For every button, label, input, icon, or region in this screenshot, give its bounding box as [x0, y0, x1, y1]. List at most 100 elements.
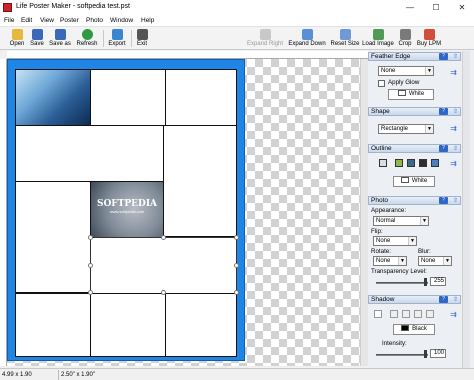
resize-handle[interactable] [88, 263, 93, 268]
refresh-icon [81, 29, 93, 40]
resize-handle[interactable] [88, 290, 93, 295]
transparency-slider[interactable] [376, 282, 428, 284]
shadow-none-icon[interactable] [374, 310, 382, 318]
refresh-button[interactable]: Refresh [74, 28, 100, 49]
save-button[interactable]: Save [28, 28, 46, 49]
resize-handle[interactable] [234, 290, 239, 295]
outline-color-button[interactable]: White [393, 176, 435, 187]
resize-handle[interactable] [234, 263, 239, 268]
outline-style-4-icon[interactable] [431, 159, 439, 167]
panel-scrollbar[interactable] [462, 51, 470, 368]
resize-handle[interactable] [234, 235, 239, 240]
menu-window[interactable]: Window [110, 17, 133, 24]
collapse-icon[interactable]: ⇧ [453, 53, 458, 61]
shadow-header[interactable]: Shadow? ⇧ [368, 295, 461, 304]
shadow-style-4-icon[interactable] [426, 310, 434, 318]
collapse-icon[interactable]: ⇧ [453, 145, 458, 153]
crop-button[interactable]: Crop [396, 28, 414, 49]
transparency-value[interactable]: 255 [430, 277, 446, 286]
toolbar: Open Save Save as Refresh Export Exit Ex… [0, 27, 474, 50]
flip-label: Flip: [371, 228, 383, 235]
buy-lpm-button[interactable]: Buy LPM [416, 28, 442, 49]
blur-dropdown[interactable]: None ▼ [418, 256, 452, 266]
expand-right-button[interactable]: Expand Right [245, 28, 285, 49]
photo-cell-8-selected[interactable] [90, 237, 237, 294]
canvas-scrollbar[interactable] [360, 59, 368, 366]
flip-dropdown[interactable]: None ▼ [373, 236, 417, 246]
help-icon[interactable]: ? [439, 145, 448, 152]
transparency-slider-thumb[interactable] [424, 278, 427, 286]
help-icon[interactable]: ? [439, 197, 448, 204]
close-button[interactable]: ✕ [456, 2, 468, 13]
collapse-icon[interactable]: ⇧ [453, 296, 458, 304]
properties-panel: Feather Edge? ⇧ None ▼ ⇉ Apply Glow White … [368, 51, 474, 368]
apply-glow-checkbox[interactable] [378, 80, 385, 87]
outline-header[interactable]: Outline? ⇧ [368, 144, 461, 153]
intensity-value[interactable]: 100 [430, 349, 446, 358]
load-image-button[interactable]: Load Image [362, 28, 394, 49]
photo-cell-9[interactable] [15, 293, 91, 357]
shadow-style-3-icon[interactable] [414, 310, 422, 318]
help-icon[interactable]: ? [439, 296, 448, 303]
outline-style-2-icon[interactable] [407, 159, 415, 167]
feather-edge-dropdown[interactable]: None ▼ [378, 66, 434, 76]
status-dimensions: 2.50" x 1.90" [58, 370, 178, 380]
outline-style-3-icon[interactable] [419, 159, 427, 167]
menu-photo[interactable]: Photo [86, 17, 103, 24]
outline-none-icon[interactable] [379, 159, 387, 167]
resize-handle[interactable] [161, 290, 166, 295]
help-icon[interactable]: ? [439, 53, 448, 60]
appearance-dropdown[interactable]: Normal ▼ [373, 216, 429, 226]
save-as-button[interactable]: Save as [47, 28, 73, 49]
photo-cell-4[interactable] [15, 125, 164, 182]
photo-cell-10[interactable] [90, 293, 166, 357]
apply-to-all-icon[interactable]: ⇉ [449, 159, 458, 168]
menu-poster[interactable]: Poster [60, 17, 79, 24]
menu-edit[interactable]: Edit [21, 17, 32, 24]
menu-help[interactable]: Help [141, 17, 154, 24]
appearance-label: Appearance: [371, 207, 407, 214]
maximize-button[interactable]: ☐ [430, 2, 442, 13]
photo-cell-1[interactable] [15, 69, 91, 126]
poster[interactable]: SOFTPEDIA www.softpedia.com [7, 59, 245, 361]
shadow-style-2-icon[interactable] [402, 310, 410, 318]
photo-cell-7[interactable]: SOFTPEDIA www.softpedia.com [90, 181, 164, 238]
reset-size-button[interactable]: Reset Size [330, 28, 360, 49]
feather-edge-header[interactable]: Feather Edge? ⇧ [368, 52, 461, 61]
resize-handle[interactable] [161, 235, 166, 240]
color-swatch [401, 325, 410, 332]
export-button[interactable]: Export [106, 28, 128, 49]
intensity-slider-thumb[interactable] [424, 350, 427, 358]
photo-cell-3[interactable] [165, 69, 237, 126]
rotate-label: Rotate: [371, 248, 391, 255]
photo-cell-6[interactable] [15, 181, 91, 293]
menu-file[interactable]: File [4, 17, 14, 24]
exit-button[interactable]: Exit [134, 28, 150, 49]
apply-to-all-icon[interactable]: ⇉ [449, 68, 458, 77]
apply-to-all-icon[interactable]: ⇉ [449, 310, 458, 319]
open-button[interactable]: Open [6, 28, 28, 49]
photo-header[interactable]: Photo? ⇧ [368, 196, 461, 205]
shadow-style-1-icon[interactable] [390, 310, 398, 318]
save-as-icon [54, 29, 66, 40]
apply-to-all-icon[interactable]: ⇉ [449, 124, 458, 133]
save-icon [31, 29, 43, 40]
expand-down-button[interactable]: Expand Down [287, 28, 327, 49]
collapse-icon[interactable]: ⇧ [453, 197, 458, 205]
photo-cell-5[interactable] [163, 125, 237, 237]
photo-cell-11[interactable] [165, 293, 237, 357]
menu-view[interactable]: View [40, 17, 54, 24]
resize-handle[interactable] [88, 235, 93, 240]
collapse-icon[interactable]: ⇧ [453, 108, 458, 116]
shadow-color-button[interactable]: Black [393, 324, 435, 335]
apply-glow-label: Apply Glow [388, 79, 420, 86]
shape-header[interactable]: Shape? ⇧ [368, 107, 461, 116]
photo-cell-2[interactable] [90, 69, 166, 126]
minimize-button[interactable]: — [404, 2, 416, 13]
outline-style-1-icon[interactable] [395, 159, 403, 167]
shape-dropdown[interactable]: Rectangle ▼ [378, 124, 434, 134]
rotate-dropdown[interactable]: None ▼ [373, 256, 407, 266]
help-icon[interactable]: ? [439, 108, 448, 115]
glow-color-button[interactable]: White [388, 89, 434, 100]
intensity-slider[interactable] [376, 354, 428, 356]
